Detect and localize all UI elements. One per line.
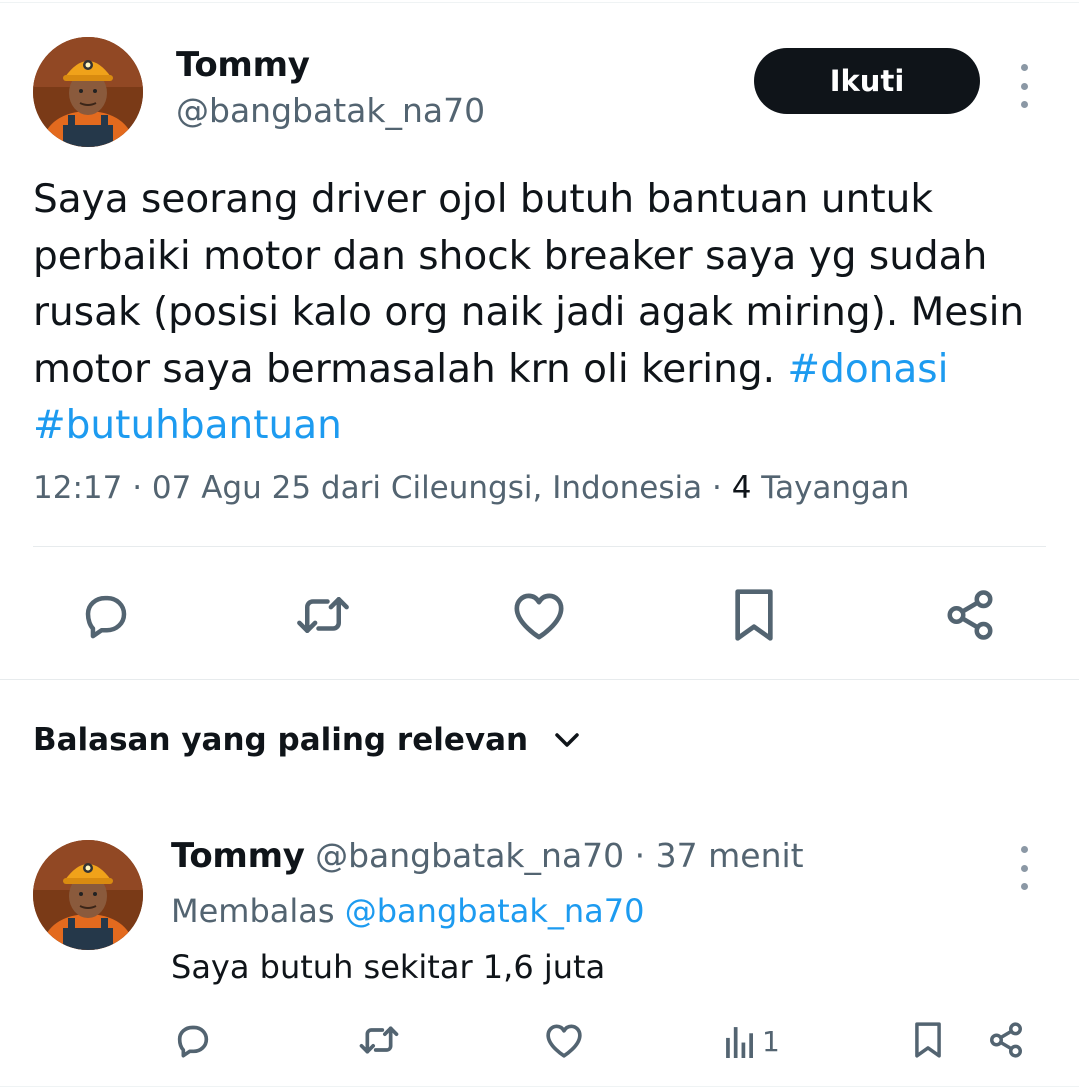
replies-sort-dropdown[interactable]: Balasan yang paling relevan bbox=[33, 722, 580, 758]
reply-author-avatar[interactable] bbox=[33, 840, 143, 950]
divider bbox=[33, 546, 1046, 547]
chevron-down-icon bbox=[555, 733, 579, 747]
author-handle[interactable]: @bangbatak_na70 bbox=[176, 91, 485, 130]
views-label: Tayangan bbox=[761, 470, 910, 506]
bookmark-icon[interactable] bbox=[731, 586, 777, 644]
separator: · bbox=[634, 836, 646, 875]
reply-share-icon[interactable] bbox=[986, 1020, 1026, 1060]
tweet-text: Saya seorang driver ojol butuh bantuan u… bbox=[33, 172, 1053, 455]
reply-heart-icon[interactable] bbox=[543, 1021, 585, 1059]
analytics-icon bbox=[726, 1027, 753, 1058]
reply-text: Saya butuh sekitar 1,6 juta bbox=[171, 948, 606, 986]
reply-author-name[interactable]: Tommy bbox=[171, 836, 305, 876]
reply-bookmark-icon[interactable] bbox=[912, 1020, 944, 1060]
reply-icon[interactable] bbox=[76, 585, 136, 645]
reply-header: Tommy @bangbatak_na70 · 37 menit bbox=[171, 836, 804, 876]
replying-prefix: Membalas bbox=[171, 892, 335, 930]
tweet-meta: 12:17 · 07 Agu 25 dari Cileungsi, Indone… bbox=[33, 470, 910, 506]
replying-to-link[interactable]: @bangbatak_na70 bbox=[345, 892, 645, 930]
tweet-time[interactable]: 12:17 bbox=[33, 470, 122, 506]
reply-views-button[interactable]: 1 bbox=[724, 1021, 780, 1061]
divider bbox=[0, 1086, 1079, 1087]
share-icon[interactable] bbox=[942, 586, 998, 644]
author-avatar[interactable] bbox=[33, 37, 143, 147]
heart-icon[interactable] bbox=[510, 587, 568, 643]
follow-button[interactable]: Ikuti bbox=[754, 48, 980, 114]
author-name[interactable]: Tommy bbox=[176, 45, 310, 85]
hashtag-donasi[interactable]: #donasi bbox=[787, 347, 948, 392]
reply-author-handle[interactable]: @bangbatak_na70 bbox=[315, 836, 624, 875]
location-prefix: dari bbox=[320, 470, 381, 506]
reply-reply-icon[interactable] bbox=[172, 1020, 214, 1060]
reply-retweet-icon[interactable] bbox=[356, 1020, 402, 1060]
replies-sort-label: Balasan yang paling relevan bbox=[33, 722, 529, 758]
retweet-icon[interactable] bbox=[291, 585, 355, 645]
reply-time[interactable]: 37 menit bbox=[656, 836, 804, 875]
reply-more-vertical-icon[interactable] bbox=[1014, 846, 1034, 890]
replying-to: Membalas @bangbatak_na70 bbox=[171, 892, 644, 930]
reply-views-count: 1 bbox=[762, 1024, 780, 1058]
hashtag-butuhbantuan[interactable]: #butuhbantuan bbox=[33, 403, 342, 448]
top-divider bbox=[0, 2, 1079, 3]
tweet-date[interactable]: 07 Agu 25 bbox=[152, 470, 311, 506]
more-vertical-icon[interactable] bbox=[1014, 64, 1034, 108]
views-count: 4 bbox=[731, 470, 752, 506]
tweet-location: Cileungsi, Indonesia bbox=[390, 470, 703, 506]
divider bbox=[0, 679, 1079, 680]
